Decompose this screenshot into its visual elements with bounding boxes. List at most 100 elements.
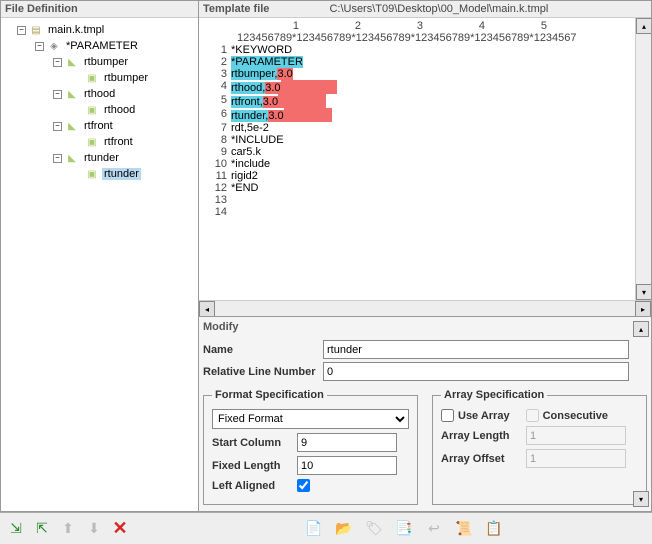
collapse-icon[interactable]: − [35,42,44,51]
template-editor[interactable]: 1 2 3 4 5 123456789*123456789*123456789*… [199,18,635,300]
name-input[interactable] [323,340,629,359]
line-text: *END [231,182,259,194]
file-tree[interactable]: − ▤ main.k.tmpl − ◈ *PARAMETER − ◣ rtbum… [1,18,198,511]
code-line[interactable]: 10*include [199,158,635,170]
line-text: *PARAMETER [231,56,303,68]
tree-parameter[interactable]: − ◈ *PARAMETER [3,38,196,54]
doc-open-icon[interactable]: 📂 [334,519,354,539]
code-line[interactable]: 11rigid2 [199,170,635,182]
scroll-up-icon[interactable]: ▴ [633,321,649,337]
code-line[interactable]: 7rdt,5e-2 [199,122,635,134]
code-line[interactable]: 6rtunder,3.0 [199,108,635,122]
modify-section: ▴ ▾ Modify Name Relative Line Number For… [199,316,651,511]
script-icon[interactable]: 📜 [454,519,474,539]
code-line[interactable]: 4rthood,3.0 [199,80,635,94]
scroll-down-icon[interactable]: ▾ [636,284,651,300]
line-number: 1 [199,44,231,56]
right-panel: Template file C:\Users\T09\Desktop\00_Mo… [199,1,651,511]
format-type-select[interactable]: Fixed Format [212,409,409,429]
editor-hscrollbar[interactable]: ◂ ▸ [199,300,651,316]
tree-root[interactable]: − ▤ main.k.tmpl [3,22,196,38]
diamond-icon: ◈ [47,39,61,53]
tree-root-label: main.k.tmpl [46,24,106,36]
tag-icon[interactable]: 🏷 [364,519,384,539]
tag-icon: ◣ [65,119,79,133]
arrow-up-icon[interactable]: ⬆ [58,519,78,539]
tag-icon: ◣ [65,55,79,69]
scroll-right-icon[interactable]: ▸ [635,301,651,317]
tree-group-rtbumper[interactable]: − ◣ rtbumper [3,54,196,70]
code-line[interactable]: 5rtfront,3.0 [199,94,635,108]
line-number: 10 [199,158,231,170]
consecutive-checkbox [526,409,539,422]
array-length-input [526,426,626,445]
line-number: 12 [199,182,231,194]
tree-expand-icon[interactable]: ⇲ [6,519,26,539]
fixed-length-input[interactable] [297,456,397,475]
line-text: rthood,3.0 [231,80,337,94]
code-line[interactable]: 2*PARAMETER [199,56,635,68]
scroll-up-icon[interactable]: ▴ [636,18,651,34]
collapse-icon[interactable]: − [17,26,26,35]
array-offset-label: Array Offset [441,453,526,465]
modify-title: Modify [203,319,647,337]
tree-collapse-icon[interactable]: ⇱ [32,519,52,539]
code-line[interactable]: 3rtbumper,3.0 [199,68,635,80]
scroll-left-icon[interactable]: ◂ [199,301,215,317]
array-length-label: Array Length [441,430,526,442]
tree-leaf-rthood[interactable]: ▣ rthood [3,102,196,118]
editor-vscrollbar[interactable]: ▴ ▾ [635,18,651,300]
column-ruler-minor: 123456789*123456789*123456789*123456789*… [199,32,635,44]
collapse-icon[interactable]: − [53,154,62,163]
code-body[interactable]: 1*KEYWORD2*PARAMETER3rtbumper,3.04rthood… [199,44,635,218]
leaf-icon: ▣ [85,71,99,85]
code-line[interactable]: 8*INCLUDE [199,134,635,146]
column-ruler-major: 1 2 3 4 5 [199,20,635,32]
copy-icon[interactable]: 📑 [394,519,414,539]
delete-icon[interactable]: ✕ [110,519,130,539]
line-number: 11 [199,170,231,182]
modify-vscrollbar[interactable]: ▴ ▾ [633,321,649,507]
fixed-length-label: Fixed Length [212,460,297,472]
relative-line-input[interactable] [323,362,629,381]
left-aligned-checkbox[interactable] [297,479,310,492]
line-number: 8 [199,134,231,146]
line-text: *INCLUDE [231,134,284,146]
collapse-icon[interactable]: − [53,58,62,67]
collapse-icon[interactable]: − [53,122,62,131]
line-text: rtfront,3.0 [231,94,326,108]
leaf-icon: ▣ [85,103,99,117]
arrow-down-icon[interactable]: ⬇ [84,519,104,539]
line-number: 5 [199,94,231,108]
scroll-down-icon[interactable]: ▾ [633,491,649,507]
name-label: Name [203,344,323,356]
code-line[interactable]: 9car5.k [199,146,635,158]
use-array-checkbox[interactable] [441,409,454,422]
tree-group-rtunder[interactable]: − ◣ rtunder [3,150,196,166]
main-area: File Definition − ▤ main.k.tmpl − ◈ *PAR… [0,0,652,512]
start-column-label: Start Column [212,437,297,449]
line-number: 9 [199,146,231,158]
line-text: rtbumper,3.0 [231,68,293,80]
line-number: 14 [199,206,231,218]
tag-icon: ◣ [65,151,79,165]
leaf-icon: ▣ [85,135,99,149]
template-path: C:\Users\T09\Desktop\00_Model\main.k.tmp… [329,3,548,15]
code-line[interactable]: 14 [199,206,635,218]
line-text: rtunder,3.0 [231,108,332,122]
format-specification: Format Specification Fixed Format Start … [203,389,418,505]
template-header: Template file C:\Users\T09\Desktop\00_Mo… [199,1,651,18]
code-line[interactable]: 13 [199,194,635,206]
collapse-icon[interactable]: − [53,90,62,99]
tree-leaf-rtunder[interactable]: ▣ rtunder [3,166,196,182]
code-line[interactable]: 12*END [199,182,635,194]
doc-new-icon[interactable]: 📄 [304,519,324,539]
script-alt-icon[interactable]: 📋 [484,519,504,539]
tree-group-rthood[interactable]: − ◣ rthood [3,86,196,102]
tree-leaf-rtfront[interactable]: ▣ rtfront [3,134,196,150]
tree-group-rtfront[interactable]: − ◣ rtfront [3,118,196,134]
start-column-input[interactable] [297,433,397,452]
code-line[interactable]: 1*KEYWORD [199,44,635,56]
send-back-icon[interactable]: ↩ [424,519,444,539]
tree-leaf-rtbumper[interactable]: ▣ rtbumper [3,70,196,86]
